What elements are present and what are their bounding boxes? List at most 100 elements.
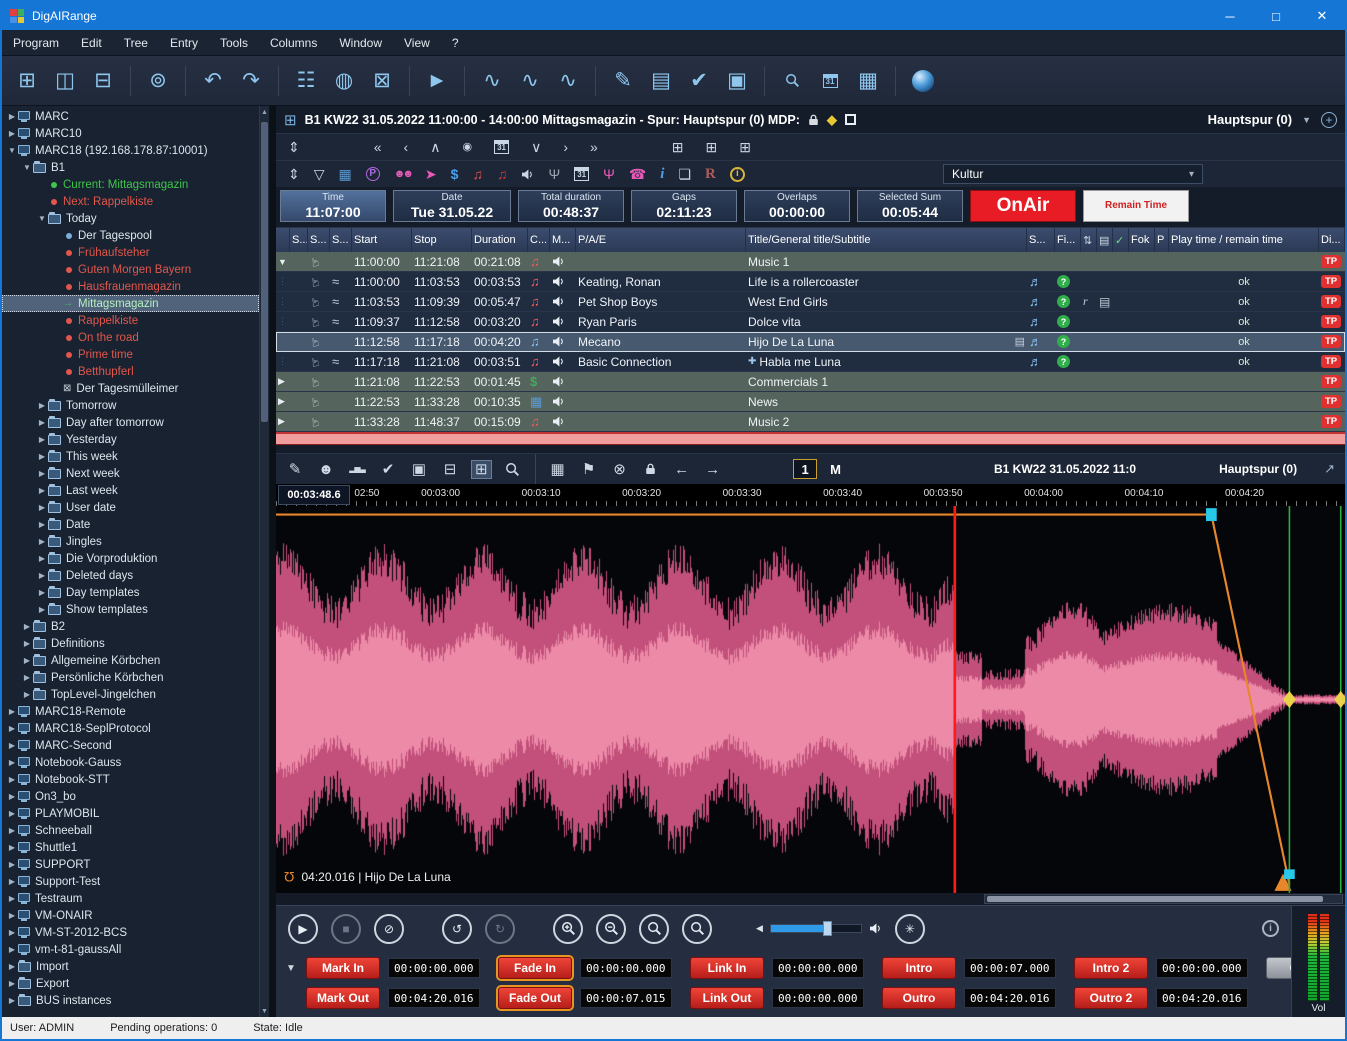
- doc-edit-icon[interactable]: ✎: [612, 70, 634, 91]
- flag-clear-icon[interactable]: ⚑: [580, 462, 598, 477]
- skip-start-icon[interactable]: «: [374, 140, 382, 154]
- expander-icon[interactable]: ▶: [6, 877, 18, 886]
- tree-item-mittagsmagazin[interactable]: →Mittagsmagazin: [2, 295, 259, 312]
- tree-scrollbar-thumb[interactable]: [261, 122, 268, 422]
- doc-copy-icon[interactable]: ▣: [726, 70, 748, 91]
- expand-icon[interactable]: ▶: [276, 412, 290, 431]
- expander-icon[interactable]: ▶: [21, 673, 33, 682]
- tree-item-vm-t-81-gaussall[interactable]: ▶vm-t-81-gaussAll: [2, 941, 259, 958]
- next-icon[interactable]: ›: [563, 140, 568, 154]
- expander-icon[interactable]: ▶: [6, 112, 18, 121]
- outro-2-value[interactable]: 00:04:20.016: [1156, 988, 1248, 1008]
- calendar31-icon[interactable]: 31: [819, 74, 841, 88]
- person-icon[interactable]: ☻: [317, 462, 335, 477]
- tree-item-prime-time[interactable]: Prime time: [2, 346, 259, 363]
- expander-icon[interactable]: ▶: [6, 129, 18, 138]
- tree-item-notebook-gauss[interactable]: ▶Notebook-Gauss: [2, 754, 259, 771]
- chat-icon[interactable]: ❏: [678, 167, 691, 181]
- info-icon[interactable]: i: [1262, 920, 1279, 937]
- link-icon[interactable]: ⊚: [147, 70, 169, 91]
- expander-icon[interactable]: ▶: [6, 911, 18, 920]
- item-row-life-is-a-rollercoaster[interactable]: ⋮☞≈11:00:0011:03:5300:03:53♫Keating, Ron…: [276, 272, 1345, 292]
- expander-icon[interactable]: ▶: [36, 554, 48, 563]
- doc-list-icon[interactable]: ▤: [650, 70, 672, 91]
- expand-icon[interactable]: ▶: [276, 392, 290, 411]
- column-view-icon[interactable]: ◫: [54, 70, 76, 91]
- expander-icon[interactable]: ▶: [6, 826, 18, 835]
- wave-c-icon[interactable]: ∿: [557, 70, 579, 91]
- tree-item-user-date[interactable]: ▶User date: [2, 499, 259, 516]
- announce-icon[interactable]: ➤: [425, 167, 437, 181]
- expander-icon[interactable]: ▶: [6, 979, 18, 988]
- tree-item-marc-second[interactable]: ▶MARC-Second: [2, 737, 259, 754]
- updown-icon[interactable]: ⇕: [288, 167, 300, 181]
- updown-icon[interactable]: ⇕: [288, 140, 300, 154]
- expand-icon[interactable]: ↗: [1324, 461, 1335, 477]
- tree-item-shuttle1[interactable]: ▶Shuttle1: [2, 839, 259, 856]
- filter-clear-icon[interactable]: ▽: [314, 167, 325, 181]
- tree-item-export[interactable]: ▶Export: [2, 975, 259, 992]
- expander-icon[interactable]: ▶: [6, 724, 18, 733]
- tree-item-fr-haufsteher[interactable]: Frühaufsteher: [2, 244, 259, 261]
- dollar-icon[interactable]: $: [451, 167, 459, 181]
- expander-icon[interactable]: ▶: [21, 639, 33, 648]
- tree-item-marc10[interactable]: ▶MARC10: [2, 125, 259, 142]
- group-row-music-1[interactable]: ▼☞11:00:0011:21:0800:21:08♫Music 1TP: [276, 252, 1345, 272]
- fade-out-button[interactable]: Fade Out: [498, 987, 572, 1009]
- lock-icon[interactable]: [642, 463, 660, 475]
- outro-2-button[interactable]: Outro 2: [1074, 987, 1148, 1009]
- redo-icon[interactable]: ↷: [240, 70, 262, 91]
- scroll-up-icon[interactable]: ▲: [260, 106, 269, 118]
- tree-item-support[interactable]: ▶SUPPORT: [2, 856, 259, 873]
- delete-icon[interactable]: ⊠: [371, 70, 393, 91]
- double-check-icon[interactable]: ✔: [379, 462, 397, 477]
- expander-icon[interactable]: ▶: [36, 401, 48, 410]
- menu-help[interactable]: ?: [441, 30, 470, 55]
- grid-append-icon[interactable]: ⊞: [706, 140, 718, 154]
- category-dropdown[interactable]: Kultur▾: [943, 164, 1203, 184]
- expander-icon[interactable]: ▼: [6, 146, 18, 155]
- expander-icon[interactable]: ▶: [36, 537, 48, 546]
- play-circle-icon[interactable]: ►: [426, 70, 448, 91]
- tree-item-marc18-192-168-178-87-10001[interactable]: ▼MARC18 (192.168.178.87:10001): [2, 142, 259, 159]
- expander-icon[interactable]: ▶: [6, 843, 18, 852]
- arrow-right-icon[interactable]: →: [704, 462, 722, 477]
- tree-item-marc18-seplprotocol[interactable]: ▶MARC18-SeplProtocol: [2, 720, 259, 737]
- expander-icon[interactable]: ▶: [36, 418, 48, 427]
- expander-icon[interactable]: ▶: [6, 707, 18, 716]
- tree-item-on-the-road[interactable]: On the road: [2, 329, 259, 346]
- jog-wheel-button[interactable]: ✳: [895, 914, 925, 944]
- record-icon[interactable]: ◉: [462, 142, 472, 153]
- link-out-button[interactable]: Link Out: [690, 987, 764, 1009]
- tree-item-b2[interactable]: ▶B2: [2, 618, 259, 635]
- item-row-dolce-vita[interactable]: ⋮☞≈11:09:3711:12:5800:03:20♫Ryan ParisDo…: [276, 312, 1345, 332]
- tree-item-rappelkiste[interactable]: Rappelkiste: [2, 312, 259, 329]
- fade-in-value[interactable]: 00:00:00.000: [580, 958, 672, 978]
- link-out-value[interactable]: 00:00:00.000: [772, 988, 864, 1008]
- tree-item-day-templates[interactable]: ▶Day templates: [2, 584, 259, 601]
- tree-item-this-week[interactable]: ▶This week: [2, 448, 259, 465]
- tree-item-current-mittagsmagazin[interactable]: Current: Mittagsmagazin: [2, 176, 259, 193]
- expander-icon[interactable]: ▼: [21, 163, 33, 172]
- menu-edit[interactable]: Edit: [70, 30, 113, 55]
- tree-scrollbar[interactable]: ▲ ▼: [259, 106, 269, 1017]
- tree-item-guten-morgen-bayern[interactable]: Guten Morgen Bayern: [2, 261, 259, 278]
- tree-item-on3-bo[interactable]: ▶On3_bo: [2, 788, 259, 805]
- menu-window[interactable]: Window: [328, 30, 393, 55]
- down-icon[interactable]: ∨: [531, 140, 541, 154]
- scroll-down-icon[interactable]: ▼: [260, 1005, 269, 1017]
- people-icon[interactable]: ☻☻: [394, 169, 411, 180]
- expander-icon[interactable]: ▶: [36, 435, 48, 444]
- marker-list-dropdown-icon[interactable]: ▼: [284, 963, 298, 974]
- tree-item-today[interactable]: ▼Today: [2, 210, 259, 227]
- mode-label[interactable]: M: [830, 462, 841, 477]
- paste-icon[interactable]: ⊟: [441, 462, 459, 477]
- expander-icon[interactable]: ▶: [6, 962, 18, 971]
- expander-icon[interactable]: ▶: [6, 741, 18, 750]
- zoom-in-button[interactable]: [553, 914, 583, 944]
- expander-icon[interactable]: ▶: [6, 928, 18, 937]
- doc-check-icon[interactable]: ✔: [688, 70, 710, 91]
- tree-item-last-week[interactable]: ▶Last week: [2, 482, 259, 499]
- expander-icon[interactable]: ▶: [36, 605, 48, 614]
- tree-item-toplevel-jingelchen[interactable]: ▶TopLevel-Jingelchen: [2, 686, 259, 703]
